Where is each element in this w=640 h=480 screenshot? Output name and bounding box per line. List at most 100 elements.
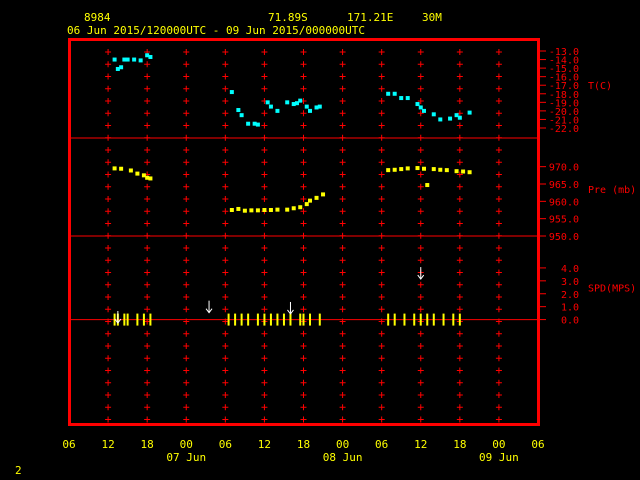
temperature-point	[138, 58, 143, 63]
temperature-point	[132, 57, 137, 62]
temperature-point	[422, 108, 427, 113]
pressure-point	[321, 192, 326, 197]
temperature-point	[467, 110, 472, 115]
x-tick-label: 18	[453, 438, 466, 451]
pressure-point	[291, 206, 296, 211]
pressure-point	[242, 208, 247, 213]
pressure-tick-label: 970.0	[549, 163, 579, 174]
wind_speed-tick-label: 4.0	[561, 264, 579, 275]
temperature-point	[268, 104, 273, 109]
pressure-point	[255, 208, 260, 213]
temperature-point	[298, 98, 303, 103]
temperature-point	[125, 57, 130, 62]
time-range: 06 Jun 2015/120000UTC - 09 Jun 2015/0000…	[67, 24, 366, 37]
y-tick-labels: -13.0-14.0-15.0-16.0-17.0-18.0-19.0-20.0…	[540, 47, 636, 327]
day-label: 09 Jun	[479, 451, 519, 464]
x-tick-label: 06	[219, 438, 232, 451]
pressure-point	[285, 207, 290, 212]
pressure-point	[405, 166, 410, 171]
pressure-point	[431, 167, 436, 172]
temperature-point	[304, 104, 309, 109]
pressure-point	[275, 207, 280, 212]
pressure-point	[262, 208, 267, 212]
day-label: 08 Jun	[323, 451, 363, 464]
pressure-point	[308, 198, 313, 203]
wind-series	[113, 267, 461, 326]
wind_speed-tick-label: 1.0	[561, 303, 579, 314]
temperature-point	[275, 108, 280, 113]
pressure-point	[461, 169, 466, 174]
x-tick-label: 06	[62, 438, 75, 451]
plot-frame	[68, 38, 540, 426]
temperature-point	[415, 102, 420, 107]
pressure-point	[236, 206, 241, 211]
pressure-point	[467, 170, 472, 175]
pressure-point	[454, 169, 459, 174]
temperature-point	[438, 117, 443, 122]
wind_speed-axis-label: SPD(MPS)	[588, 283, 636, 294]
latitude: 71.89S	[268, 11, 308, 24]
x-tick-label: 00	[180, 438, 193, 451]
temperature-point	[317, 104, 322, 109]
temperature-point	[119, 65, 124, 70]
interval: 30M	[422, 11, 442, 24]
temperature-point	[255, 122, 260, 127]
temperature-point	[236, 108, 241, 113]
pressure-tick-label: 950.0	[549, 232, 579, 243]
pressure-point	[425, 183, 430, 188]
temperature-point	[405, 96, 410, 101]
pressure-point	[112, 166, 117, 171]
pressure-point	[314, 195, 319, 200]
temperature-point	[386, 91, 391, 96]
wind-direction-arrow	[114, 311, 122, 324]
temperature-point	[239, 113, 244, 118]
pressure-point	[298, 205, 303, 210]
pressure-point	[392, 167, 397, 172]
x-tick-label: 12	[414, 438, 427, 451]
pressure-point	[422, 166, 427, 171]
station-id: 8984	[84, 11, 111, 24]
x-tick-labels: 06 12 18 00 06 12 18 00 06 12 18 00 06 07 Jun 08 Jun 09…	[62, 438, 544, 464]
pressure-series	[112, 166, 472, 213]
x-tick-label: 12	[101, 438, 114, 451]
wind_speed-tick-label: 0.0	[561, 316, 579, 327]
day-label: 07 Jun	[166, 451, 206, 464]
temperature-axis-label: T(C)	[588, 81, 612, 92]
pressure-tick-label: 960.0	[549, 197, 579, 208]
x-tick-label: 18	[297, 438, 310, 451]
temperature-point	[148, 54, 153, 59]
pressure-point	[148, 176, 153, 181]
pressure-point	[304, 202, 309, 207]
temperature-point	[285, 100, 290, 105]
page-number: 2	[15, 464, 22, 477]
x-tick-label: 06	[531, 438, 544, 451]
temperature-tick-label: -22.0	[549, 124, 579, 135]
temperature-point	[112, 57, 117, 62]
pressure-point	[229, 208, 234, 212]
wind_speed-tick-label: 2.0	[561, 290, 579, 301]
pressure-tick-label: 955.0	[549, 215, 579, 226]
temperature-point	[308, 108, 313, 113]
pressure-point	[128, 168, 133, 173]
met-plot: -13.0-14.0-15.0-16.0-17.0-18.0-19.0-20.0…	[62, 38, 636, 464]
temperature-point	[392, 91, 397, 96]
temperature-point	[229, 90, 234, 95]
temperature-point	[431, 112, 436, 117]
wind-direction-arrow	[287, 301, 294, 315]
pressure-axis-label: Pre (mb)	[588, 185, 636, 196]
pressure-point	[438, 167, 443, 172]
wind-direction-arrow	[205, 300, 213, 314]
temperature-point	[399, 96, 404, 101]
wind_speed-tick-label: 3.0	[561, 277, 579, 288]
pressure-point	[268, 208, 273, 212]
pressure-point	[399, 167, 404, 172]
wind-direction-arrow	[417, 267, 425, 280]
temperature-point	[265, 100, 270, 105]
longitude: 171.21E	[347, 11, 394, 24]
x-tick-label: 00	[492, 438, 505, 451]
pressure-point	[444, 168, 449, 173]
temperature-point	[246, 121, 251, 126]
pressure-point	[386, 168, 391, 173]
x-tick-label: 18	[141, 438, 154, 451]
temperature-point	[457, 115, 462, 120]
